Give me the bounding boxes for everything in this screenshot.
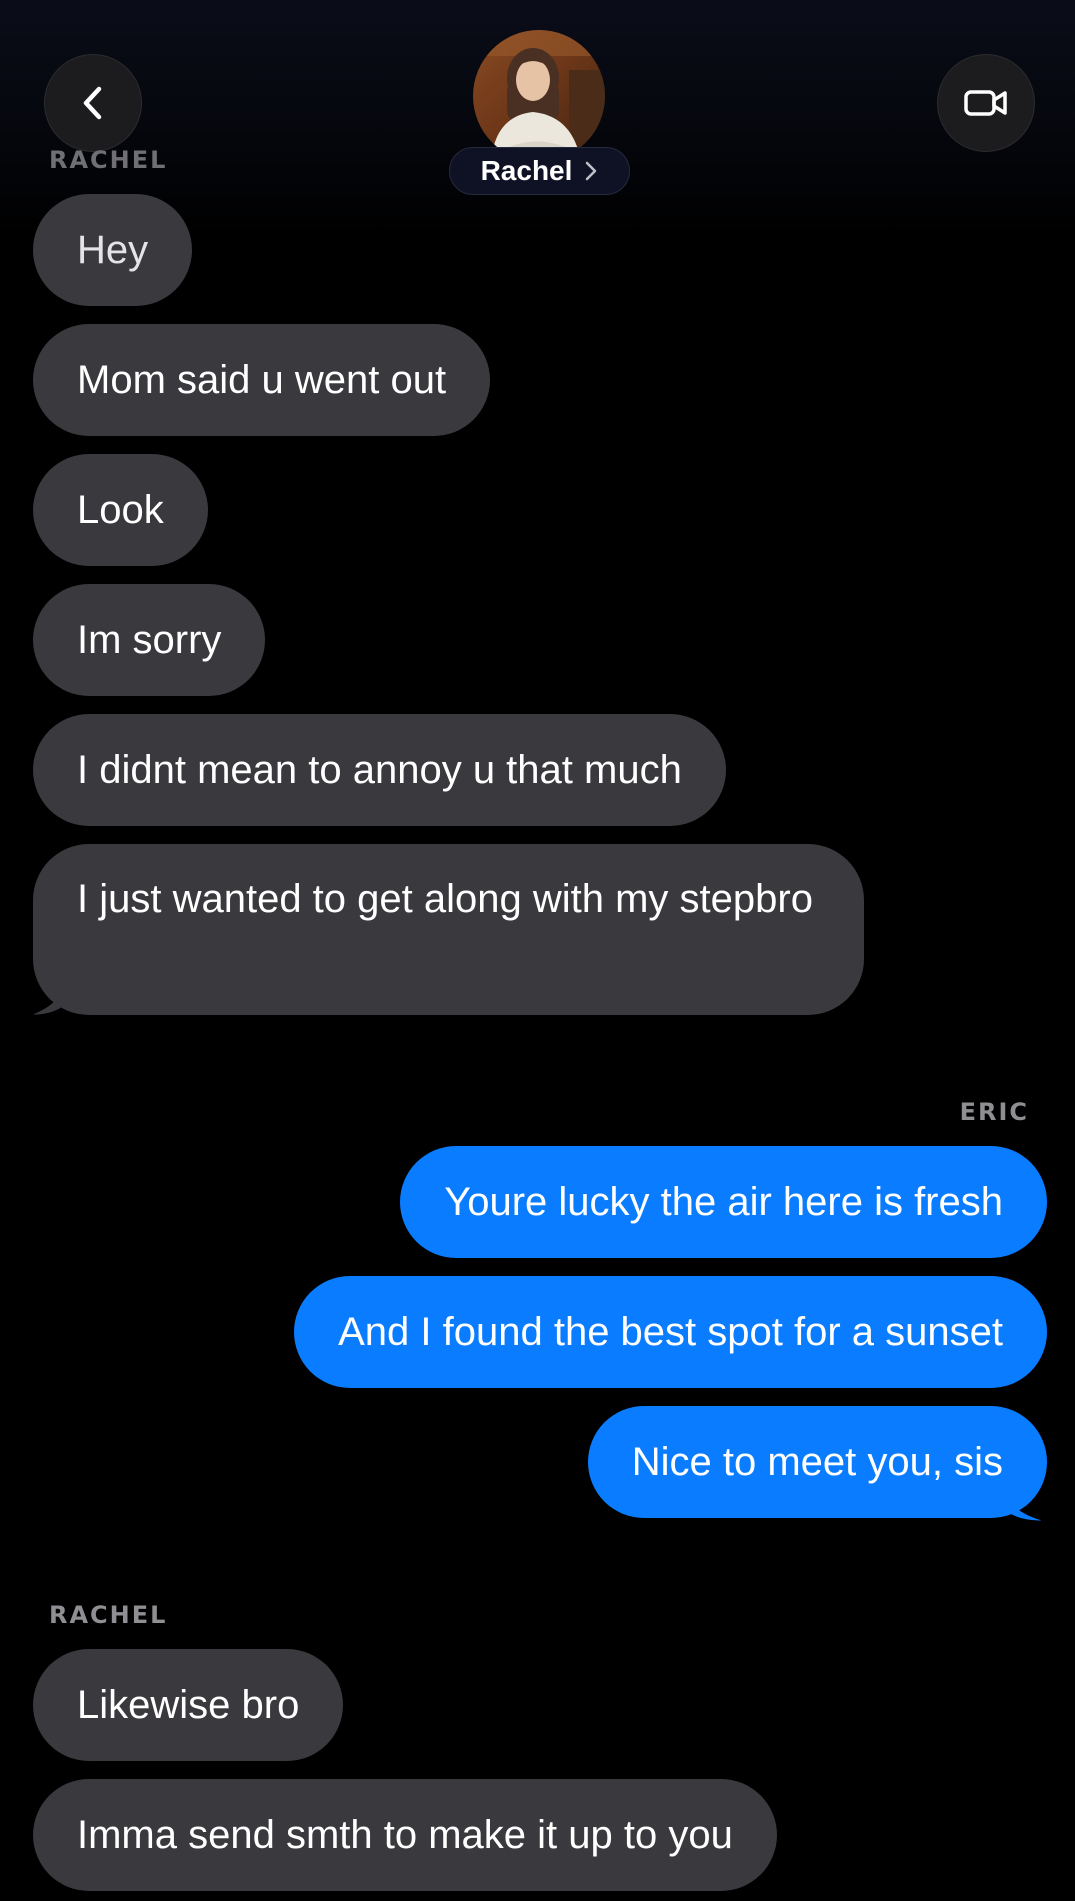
outgoing-message[interactable]: Youre lucky the air here is fresh <box>400 1146 1047 1258</box>
incoming-message[interactable]: I didnt mean to annoy u that much <box>33 714 726 826</box>
contact-name: Rachel <box>480 155 573 186</box>
chevron-left-icon <box>83 86 102 120</box>
back-button[interactable] <box>44 54 142 152</box>
outgoing-message[interactable]: Nice to meet you, sis <box>587 1406 1047 1518</box>
video-call-button[interactable] <box>937 54 1035 152</box>
bubble-tail <box>1000 1494 1041 1521</box>
incoming-message[interactable]: Likewise bro <box>33 1649 344 1761</box>
chevron-right-icon <box>586 161 597 181</box>
incoming-message[interactable]: Im sorry <box>33 584 266 696</box>
sender-label-rachel: RACHEL <box>49 1601 168 1629</box>
sender-label-eric: ERIC <box>959 1098 1029 1126</box>
contact-name-button[interactable]: Rachel <box>449 147 630 195</box>
contact-avatar[interactable] <box>473 30 605 162</box>
bubble-tail <box>33 990 68 1015</box>
avatar-photo <box>473 30 605 162</box>
incoming-message[interactable]: Imma send smth to make it up to you <box>33 1779 777 1891</box>
sender-label-rachel: RACHEL <box>49 146 168 174</box>
incoming-message[interactable]: I just wanted to get along with my stepb… <box>33 844 864 1015</box>
incoming-message[interactable]: Mom said u went out <box>33 324 491 436</box>
incoming-message[interactable]: Hey <box>33 194 193 306</box>
outgoing-message[interactable]: And I found the best spot for a sunset <box>294 1276 1047 1388</box>
incoming-message[interactable]: Look <box>33 454 208 566</box>
video-camera-icon <box>964 90 1007 116</box>
